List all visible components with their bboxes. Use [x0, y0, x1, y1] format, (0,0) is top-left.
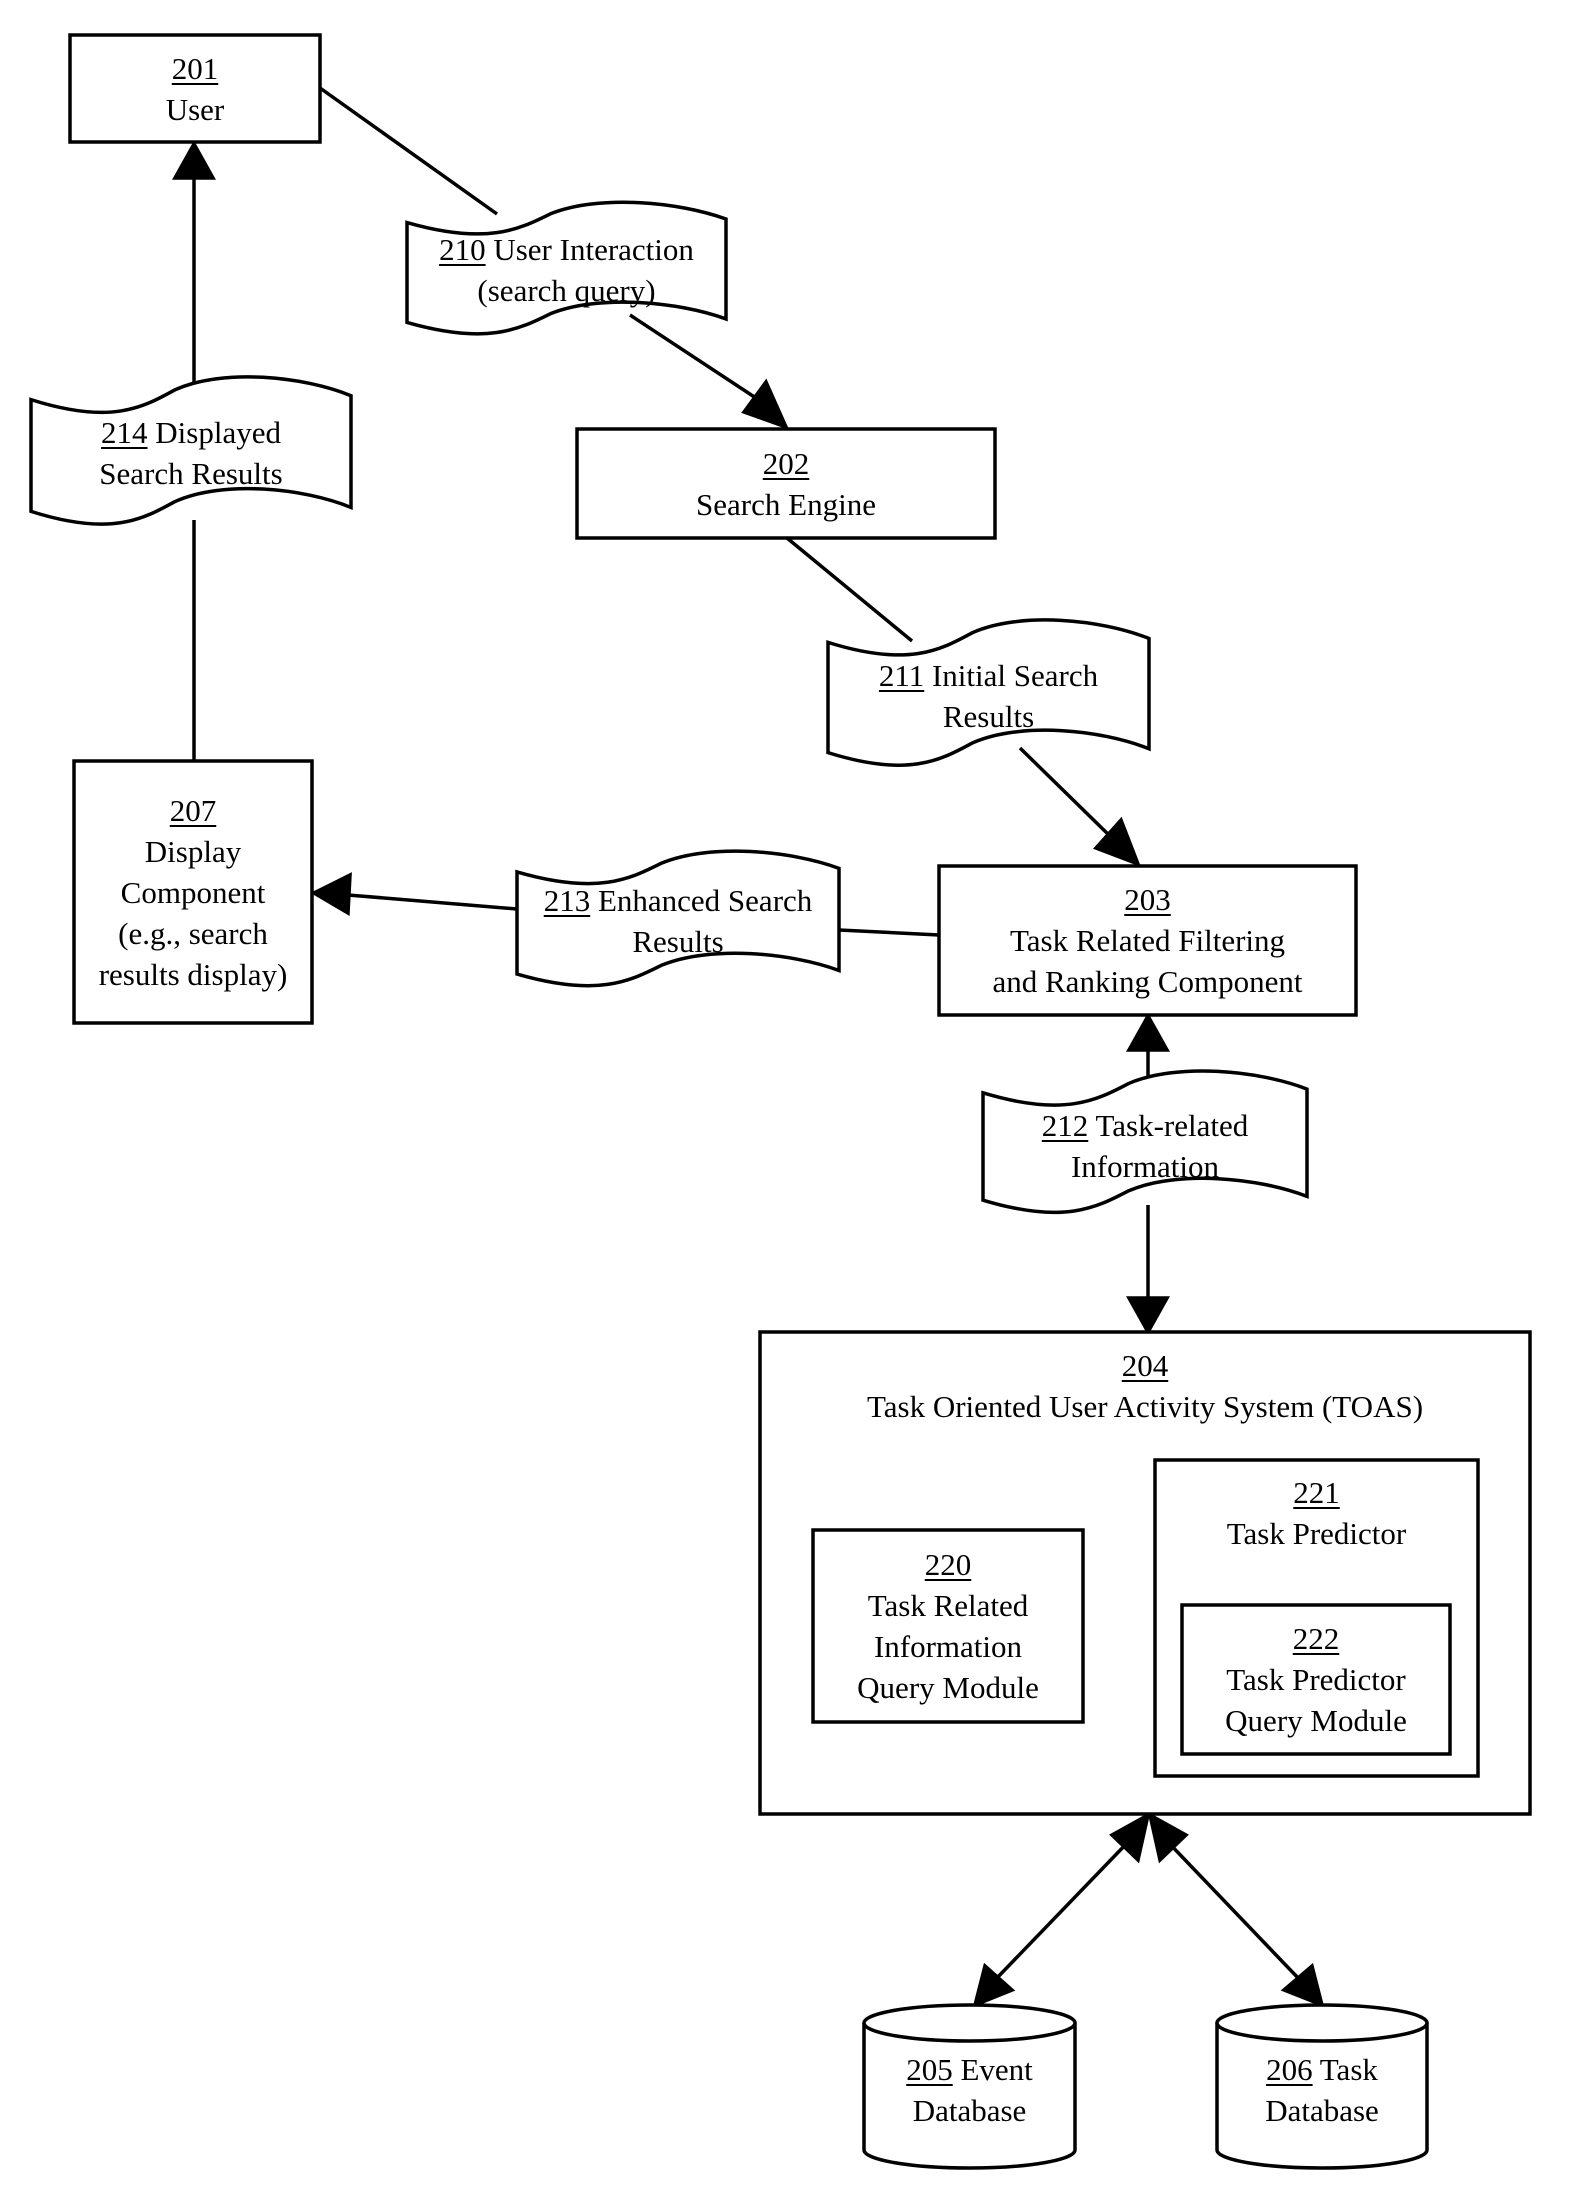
node-206-task-db: 206 Task Database	[1217, 2040, 1427, 2140]
diagram-canvas	[29, 33, 1532, 2170]
node-205-event-db: 205 Event Database	[864, 2040, 1075, 2140]
node-214-displayed-results: 214 Displayed Search Results	[31, 395, 351, 510]
node-201-user: 201 User	[70, 35, 320, 142]
node-221-number: 221	[1293, 1475, 1340, 1510]
node-207-number: 207	[169, 792, 217, 828]
node-205-label-2: Database	[912, 2093, 1027, 2128]
node-212-label-2: Information	[1070, 1148, 1220, 1184]
node-205-label-1: Event	[952, 2052, 1033, 2087]
node-203-number: 203	[1124, 882, 1171, 917]
arrowhead-213-207	[310, 872, 352, 916]
node-202-label: Search Engine	[696, 486, 876, 522]
node-201-number: 201	[171, 50, 219, 86]
node-210-label-1: User Interaction	[485, 232, 694, 267]
node-214-label-2: Search Results	[99, 455, 283, 491]
node-213-label-2: Results	[632, 924, 724, 959]
node-207-label-2: Component	[120, 874, 266, 910]
node-214-label-1: Displayed	[147, 414, 281, 450]
edge-203-213	[838, 928, 940, 937]
node-204-toas: 204 Task Oriented User Activity System (…	[760, 1345, 1530, 1435]
node-207-label-3: (e.g., search	[118, 915, 268, 951]
node-214-number: 214	[101, 414, 148, 450]
edge-204-205	[993, 1838, 1132, 1982]
node-206-number: 206	[1266, 2052, 1313, 2087]
node-210-number: 210	[439, 232, 486, 267]
arrowhead-204-206-bottom	[1280, 1962, 1325, 2008]
arrowhead-212-204	[1126, 1296, 1170, 1336]
node-204-label: Task Oriented User Activity System (TOAS…	[866, 1389, 1424, 1424]
node-211-label-1: Initial Search	[924, 657, 1099, 693]
node-206-shape-top	[1215, 2003, 1429, 2043]
node-211-initial-results: 211 Initial Search Results	[828, 638, 1149, 753]
arrowhead-212-203	[1126, 1012, 1170, 1052]
node-203-label-2: and Ranking Component	[992, 964, 1303, 999]
node-207-label-4: results display)	[98, 956, 288, 992]
node-211-label-2: Results	[942, 698, 1035, 734]
node-222-label-2: Query Module	[1225, 1703, 1407, 1738]
node-222-number: 222	[1292, 1621, 1340, 1656]
node-221-task-predictor: 221 Task Predictor	[1155, 1472, 1478, 1562]
node-206-label-1: Task	[1312, 2052, 1378, 2087]
arrowhead-214-201	[172, 140, 216, 180]
node-205-number: 205	[906, 2052, 953, 2087]
node-220-label-2: Information	[873, 1629, 1023, 1664]
node-204-number: 204	[1121, 1348, 1169, 1383]
node-212-task-related-info: 212 Task-related Information	[983, 1088, 1307, 1203]
arrowhead-204-205-bottom	[972, 1962, 1016, 2008]
node-202-search-engine: 202 Search Engine	[577, 429, 995, 538]
node-213-enhanced-results: 213 Enhanced Search Results	[517, 866, 839, 976]
node-207-label-1: Display	[144, 833, 242, 869]
node-220-number: 220	[924, 1547, 972, 1582]
node-212-label-1: Task-related	[1088, 1107, 1249, 1143]
node-206-label-2: Database	[1265, 2093, 1379, 2128]
node-222-predictor-query-module: 222 Task Predictor Query Module	[1182, 1605, 1450, 1754]
edge-204-206	[1164, 1838, 1302, 1982]
node-213-number: 213	[543, 883, 591, 918]
edge-202-211	[785, 536, 914, 643]
node-213-label-1: Enhanced Search	[590, 883, 813, 918]
edge-210-202	[629, 313, 763, 404]
node-210-label-2: (search query)	[477, 273, 656, 308]
node-205-shape-top	[862, 2003, 1077, 2043]
arrowhead-210-202	[741, 378, 790, 431]
node-210-user-interaction: 210 User Interaction (search query)	[407, 215, 726, 325]
node-201-label: User	[165, 91, 225, 127]
node-212-number: 212	[1041, 1107, 1089, 1143]
node-220-info-query-module: 220 Task Related Information Query Modul…	[813, 1530, 1083, 1722]
node-203-label-1: Task Related Filtering	[1009, 923, 1286, 958]
edge-201-210	[318, 86, 499, 216]
node-202-number: 202	[762, 445, 810, 481]
edge-213-207	[347, 893, 518, 911]
node-220-label-3: Query Module	[857, 1670, 1039, 1705]
node-222-label-1: Task Predictor	[1226, 1662, 1406, 1697]
node-220-label-1: Task Related	[867, 1588, 1029, 1623]
node-207-display-component: 207 Display Component (e.g., search resu…	[74, 761, 312, 1023]
node-203-filtering-component: 203 Task Related Filtering and Ranking C…	[939, 866, 1356, 1015]
node-211-number: 211	[878, 657, 925, 693]
node-221-label: Task Predictor	[1226, 1516, 1407, 1551]
edge-211-203	[1018, 746, 1114, 840]
